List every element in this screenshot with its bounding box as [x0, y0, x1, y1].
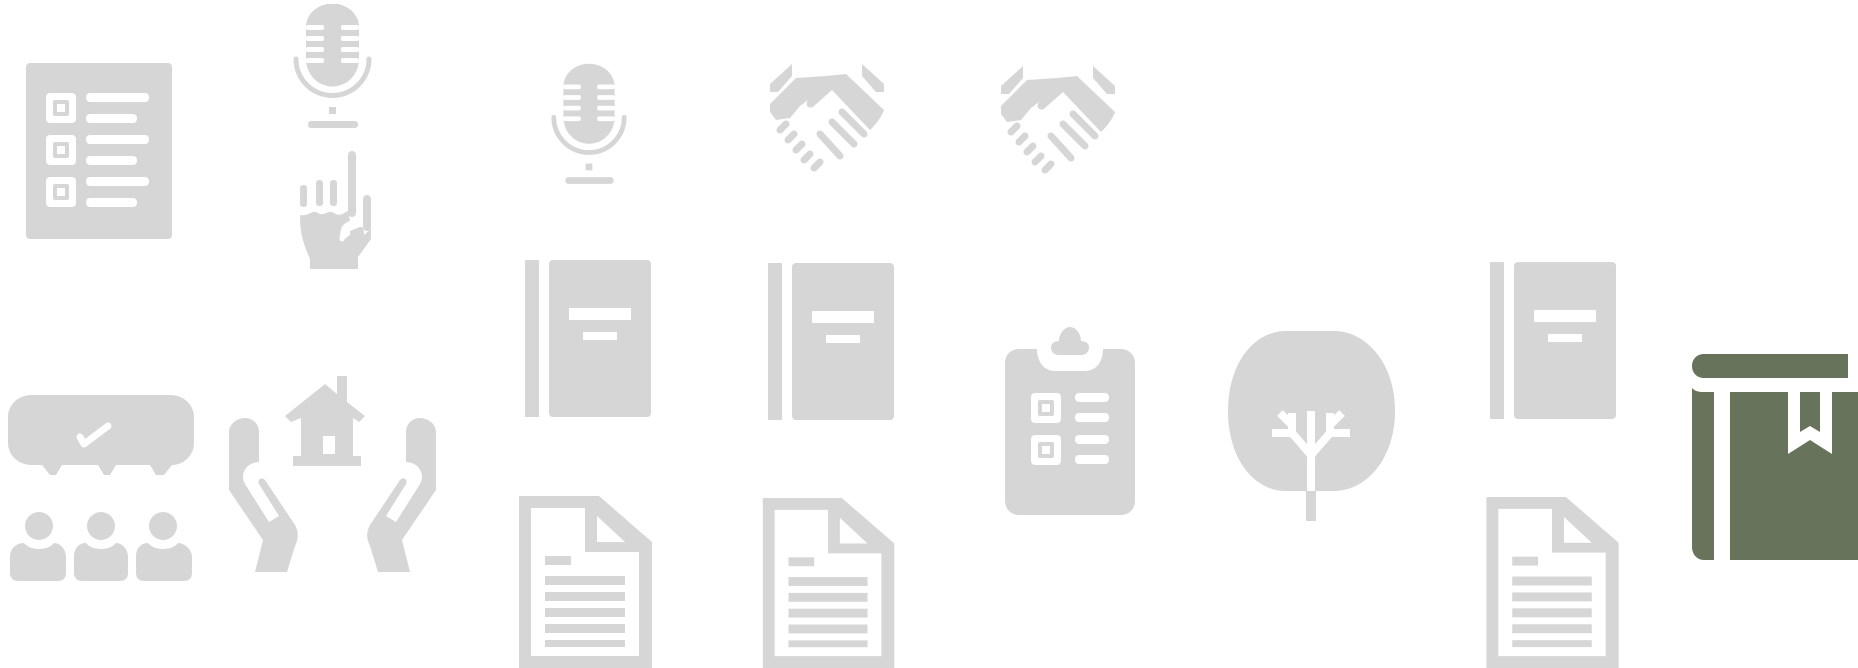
microphone-icon: [290, 4, 375, 130]
notebook-icon: [768, 263, 894, 420]
bookmarked-book-icon: [1692, 354, 1858, 560]
document-icon: [1486, 497, 1619, 668]
tree-icon: [1228, 331, 1395, 521]
document-icon: [762, 498, 895, 668]
handshake-icon: [1001, 66, 1115, 176]
notebook-icon: [525, 260, 651, 417]
notebook-icon: [1490, 262, 1616, 419]
clipboard-checklist-icon: [1005, 325, 1135, 515]
handshake-icon: [770, 64, 884, 174]
hands-holding-house-icon: [229, 376, 436, 584]
speech-bubble-group-icon: [8, 395, 194, 583]
document-icon: [519, 496, 652, 668]
checklist-icon: [26, 63, 172, 239]
microphone-icon: [548, 62, 630, 188]
raised-hand-icon: [298, 151, 374, 269]
